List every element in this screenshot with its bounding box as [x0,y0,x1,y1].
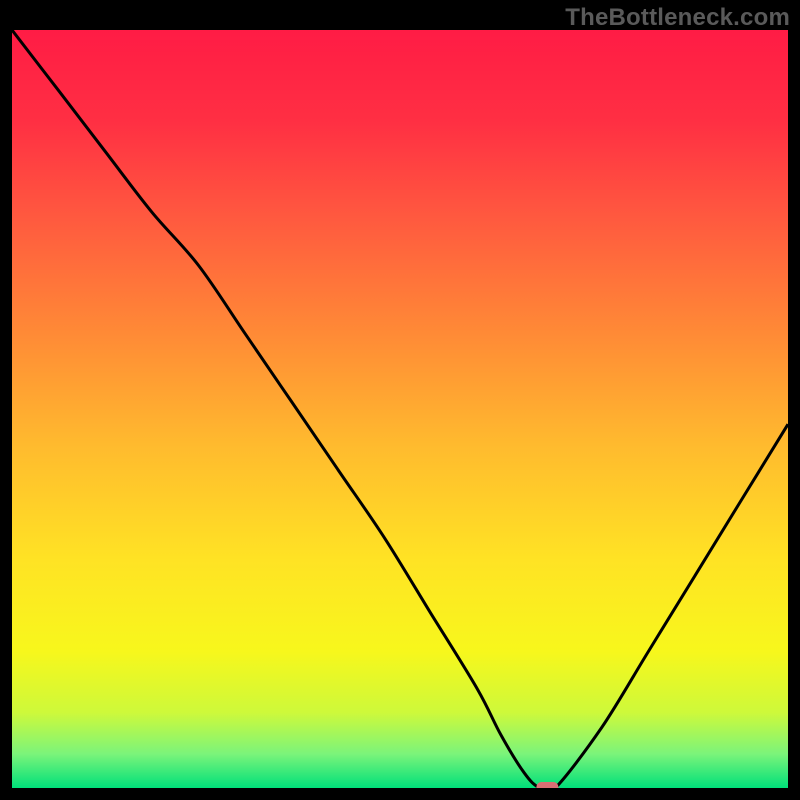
watermark-text: TheBottleneck.com [565,4,790,32]
chart-svg [12,30,788,788]
plot-area [12,30,788,788]
optimal-marker [536,782,558,788]
gradient-background [12,30,788,788]
chart-frame: TheBottleneck.com [0,0,800,800]
